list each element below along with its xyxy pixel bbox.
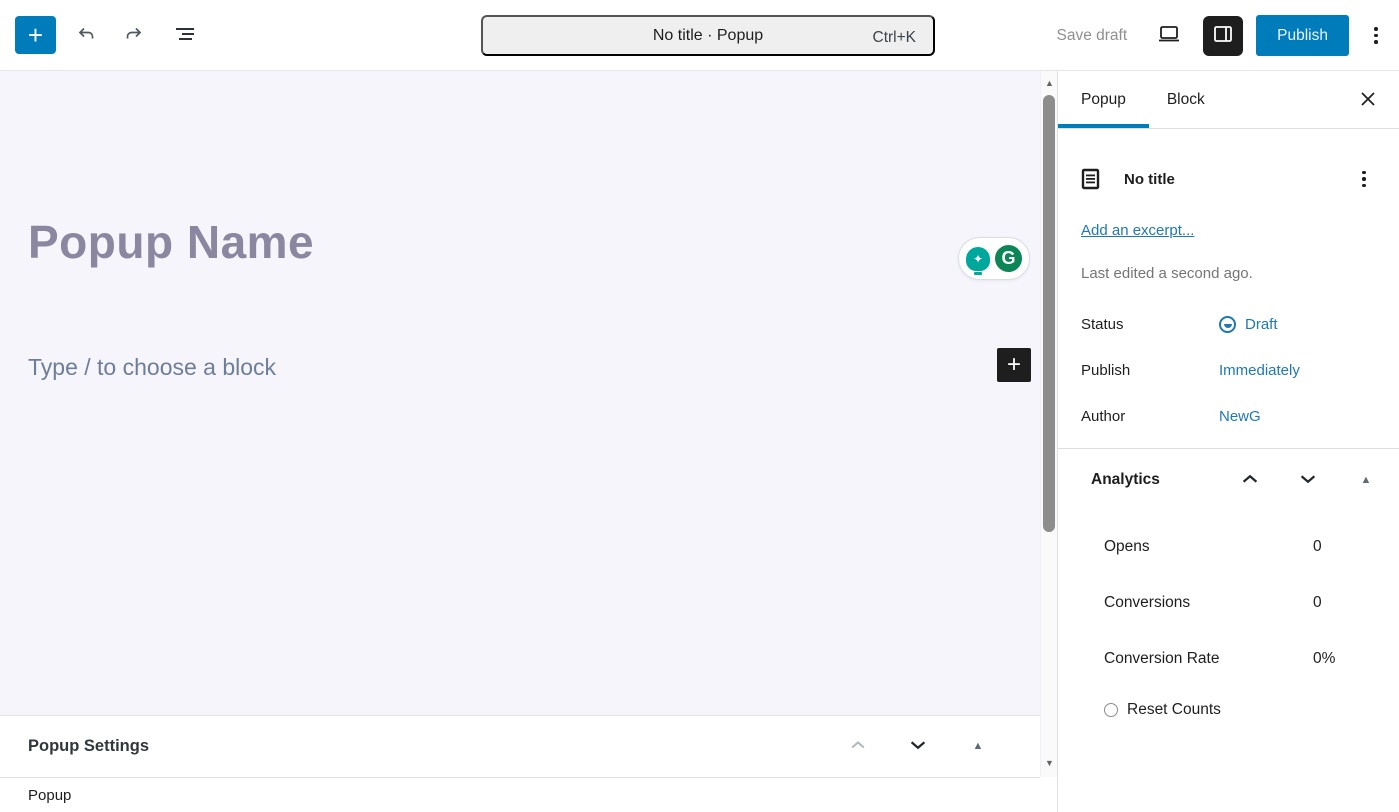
kebab-icon — [1362, 171, 1366, 175]
add-excerpt-link[interactable]: Add an excerpt... — [1081, 222, 1194, 239]
editor-top-bar: + No title · Popup Ctrl+K — [0, 0, 1399, 71]
post-title-input[interactable]: Popup Name — [28, 215, 928, 270]
publish-label: Publish — [1081, 362, 1219, 379]
analytics-panel-controls: ▲ — [1238, 468, 1378, 492]
triangle-up-icon: ▲ — [973, 741, 984, 752]
scrollbar-thumb[interactable] — [1043, 95, 1055, 532]
move-panel-down-button[interactable] — [906, 735, 930, 759]
publish-value: Immediately — [1219, 362, 1300, 379]
popup-editor-window: + No title · Popup Ctrl+K — [0, 0, 1399, 812]
publish-field-row: Publish Immediately — [1081, 356, 1378, 384]
post-card-row: No title — [1081, 159, 1378, 199]
editor-canvas[interactable]: Popup Name ✦ G Type / to choose a block … — [0, 71, 1040, 715]
collapse-analytics-button[interactable]: ▲ — [1354, 468, 1378, 492]
popup-settings-title: Popup Settings — [28, 737, 846, 756]
save-draft-button[interactable]: Save draft — [1049, 21, 1136, 51]
conversions-label: Conversions — [1104, 594, 1313, 612]
reset-counts-label: Reset Counts — [1127, 701, 1221, 719]
status-value: Draft — [1245, 316, 1278, 333]
options-menu-button[interactable] — [1362, 16, 1390, 56]
tab-popup[interactable]: Popup — [1081, 71, 1126, 129]
popup-settings-panel-controls: ▲ — [846, 735, 1012, 759]
popup-settings-panel-header[interactable]: Popup Settings ▲ — [0, 715, 1040, 777]
publish-button[interactable]: Publish — [1256, 15, 1349, 56]
move-panel-up-button[interactable] — [846, 735, 870, 759]
close-sidebar-button[interactable] — [1350, 82, 1386, 118]
grammarly-suggestion-bulb-icon[interactable]: ✦ — [966, 247, 990, 271]
author-value: NewG — [1219, 408, 1261, 425]
list-view-icon — [172, 21, 198, 50]
move-analytics-down-button[interactable] — [1296, 468, 1320, 492]
opens-value: 0 — [1313, 538, 1322, 556]
keyboard-shortcut-label: Ctrl+K — [873, 17, 917, 58]
post-summary-section: No title Add an excerpt... Last edited a… — [1058, 129, 1399, 430]
tab-block[interactable]: Block — [1167, 71, 1205, 129]
redo-button[interactable] — [114, 14, 156, 56]
preview-button[interactable] — [1148, 15, 1190, 57]
editor-scrollbar[interactable]: ▲ ▼ — [1040, 71, 1057, 777]
author-field-row: Author NewG — [1081, 402, 1378, 430]
toolbar-left-group: + — [0, 14, 206, 56]
reset-counts-checkbox[interactable] — [1104, 703, 1118, 717]
post-actions-menu-button[interactable] — [1350, 159, 1378, 199]
author-value-button[interactable]: NewG — [1219, 408, 1261, 425]
document-icon — [1081, 168, 1100, 190]
opens-row: Opens 0 — [1104, 519, 1399, 575]
triangle-up-icon: ▲ — [1361, 475, 1372, 486]
editor-main-column: Popup Name ✦ G Type / to choose a block … — [0, 71, 1040, 812]
opens-label: Opens — [1104, 538, 1313, 556]
conversion-rate-row: Conversion Rate 0% — [1104, 631, 1399, 687]
settings-sidebar: Popup Block No title Add an excerpt... L — [1057, 71, 1399, 812]
plus-icon: + — [28, 22, 43, 48]
chevron-up-icon — [1239, 468, 1261, 493]
chevron-down-icon — [907, 734, 929, 759]
chevron-down-icon — [1297, 468, 1319, 493]
document-title-label: No title · Popup — [653, 27, 763, 45]
status-value-button[interactable]: Draft — [1219, 316, 1278, 333]
empty-block-placeholder[interactable]: Type / to choose a block — [28, 354, 828, 381]
conversions-row: Conversions 0 — [1104, 575, 1399, 631]
reset-counts-control[interactable]: Reset Counts — [1104, 701, 1399, 719]
sidebar-panel-icon — [1211, 22, 1235, 49]
grammarly-logo-icon[interactable]: G — [993, 243, 1024, 274]
undo-icon — [73, 22, 97, 49]
collapse-panel-button[interactable]: ▲ — [966, 735, 990, 759]
analytics-panel-header[interactable]: Analytics ▲ — [1058, 449, 1399, 511]
status-field-row: Status Draft — [1081, 310, 1378, 338]
command-search-bar[interactable]: No title · Popup Ctrl+K — [481, 15, 935, 56]
block-inserter-toggle-button[interactable]: + — [15, 16, 56, 54]
move-analytics-up-button[interactable] — [1238, 468, 1262, 492]
grammarly-widget[interactable]: ✦ G — [958, 237, 1030, 280]
breadcrumb[interactable]: Popup — [28, 787, 71, 804]
active-tab-indicator — [1058, 124, 1149, 128]
scroll-up-arrow[interactable]: ▲ — [1041, 75, 1058, 91]
scroll-down-arrow[interactable]: ▼ — [1041, 755, 1058, 771]
conversions-value: 0 — [1313, 594, 1322, 612]
block-breadcrumb-bar: Popup — [0, 777, 1040, 812]
author-label: Author — [1081, 408, 1219, 425]
publish-value-button[interactable]: Immediately — [1219, 362, 1300, 379]
draft-status-icon — [1219, 316, 1236, 333]
undo-button[interactable] — [64, 14, 106, 56]
document-overview-button[interactable] — [164, 14, 206, 56]
kebab-icon — [1374, 27, 1378, 31]
post-card-title: No title — [1124, 171, 1350, 188]
last-edited-text: Last edited a second ago. — [1081, 265, 1378, 282]
analytics-title: Analytics — [1091, 471, 1238, 489]
analytics-panel: Analytics ▲ Opens 0 — [1058, 448, 1399, 719]
conversion-rate-value: 0% — [1313, 650, 1335, 668]
plus-icon: + — [1007, 353, 1021, 377]
sidebar-tabs: Popup Block — [1058, 71, 1399, 129]
devices-preview-icon — [1156, 21, 1182, 50]
close-icon — [1359, 90, 1377, 111]
add-block-button[interactable]: + — [997, 348, 1031, 382]
conversion-rate-label: Conversion Rate — [1104, 650, 1313, 668]
status-label: Status — [1081, 316, 1219, 333]
redo-icon — [123, 22, 147, 49]
analytics-stats: Opens 0 Conversions 0 Conversion Rate 0%… — [1058, 511, 1399, 719]
toolbar-right-group: Save draft Publish — [1049, 0, 1399, 71]
chevron-up-icon — [848, 735, 868, 758]
settings-sidebar-toggle-button[interactable] — [1203, 16, 1243, 56]
